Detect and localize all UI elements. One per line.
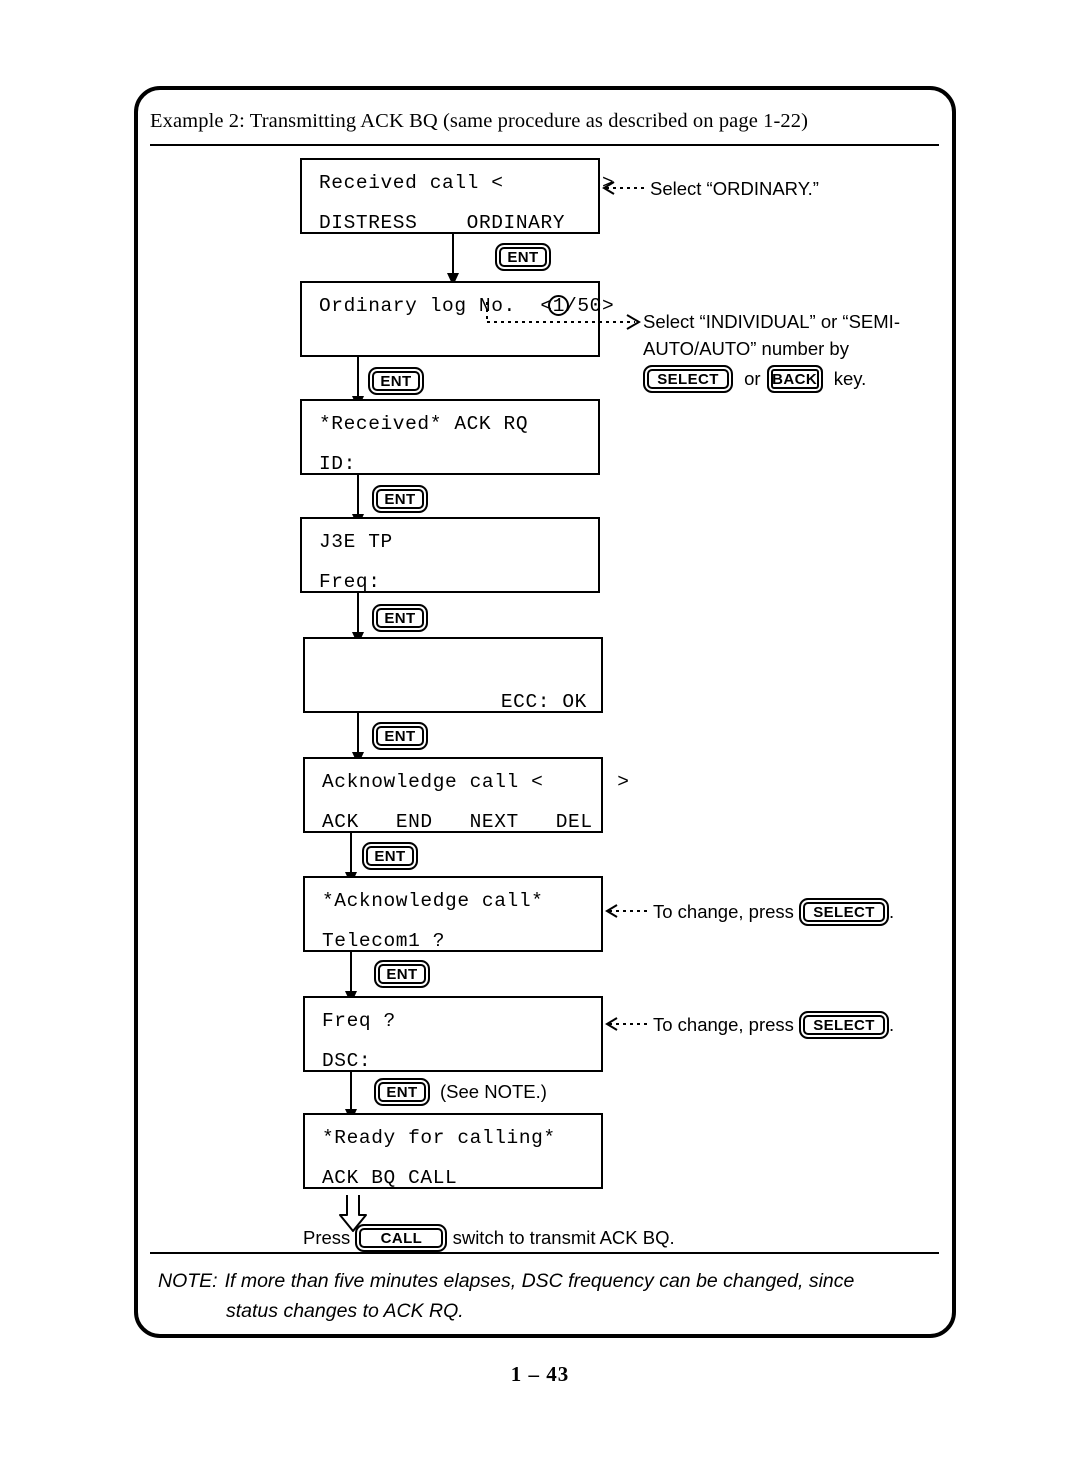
press-call-instruction: Press CALL switch to transmit ACK BQ. — [303, 1224, 675, 1253]
lcd-ready-for-calling: *Ready for calling* ACK BQ CALL — [303, 1113, 603, 1189]
ent-key-7[interactable]: ENT — [374, 960, 430, 988]
lcd-acknowledge-call: *Acknowledge call* Telecom1 ? — [303, 876, 603, 952]
annotation-line: Select “INDIVIDUAL” or “SEMI- — [643, 311, 900, 332]
lcd-menu-row: ACK END NEXT DEL — [322, 811, 593, 833]
annotation-or: or — [744, 368, 761, 389]
annotation-text: To change, press — [653, 901, 794, 922]
select-key-1[interactable]: SELECT — [643, 365, 733, 394]
press-label: Press — [303, 1226, 351, 1248]
lcd-option-del[interactable]: DEL — [556, 811, 593, 833]
note-label: NOTE: — [158, 1270, 218, 1292]
note-text-1: If more than five minutes elapses, DSC f… — [224, 1270, 855, 1292]
ent-key-2[interactable]: ENT — [368, 367, 424, 395]
lcd-line: *Acknowledge call* — [322, 890, 544, 912]
see-note-label: (See NOTE.) — [440, 1081, 547, 1102]
page-number: 1 – 43 — [510, 1362, 570, 1386]
lcd-freq: Freq ? DSC: — [303, 996, 603, 1072]
lcd-line: ECC: OK — [500, 691, 587, 713]
lcd-received-ack-rq: *Received* ACK RQ ID: — [300, 399, 600, 475]
ent-key-8[interactable]: ENT — [374, 1078, 430, 1106]
select-key-2[interactable]: SELECT — [799, 898, 890, 927]
annotation-period: . — [889, 1014, 895, 1035]
lcd-line: J3E TP — [319, 531, 393, 553]
lcd-line: Freq ? — [322, 1010, 396, 1032]
annotation-select-ordinary: Select “ORDINARY.” — [650, 178, 819, 199]
annotation-key-suffix: key. — [833, 368, 867, 389]
select-key-3[interactable]: SELECT — [799, 1011, 890, 1040]
note-block: NOTE: If more than five minutes elapses,… — [158, 1266, 948, 1326]
lcd-line: Telecom1 ? — [322, 930, 446, 952]
back-key[interactable]: BACK — [766, 365, 823, 394]
ent-key-4[interactable]: ENT — [372, 604, 428, 632]
lcd-line: Acknowledge call < > — [322, 771, 630, 793]
ent-key-6[interactable]: ENT — [362, 842, 418, 870]
lcd-line: DISTRESS ORDINARY — [319, 212, 565, 234]
call-key[interactable]: CALL — [355, 1224, 448, 1252]
note-line-2: status changes to ACK RQ. — [226, 1300, 464, 1322]
lcd-line: ACK BQ CALL — [322, 1167, 458, 1189]
annotation-period: . — [889, 901, 895, 922]
lcd-line: *Received* ACK RQ — [319, 413, 529, 435]
lcd-ecc: ECC: OK — [303, 637, 603, 713]
press-call-suffix: switch to transmit ACK BQ. — [452, 1226, 675, 1248]
ent-key-5[interactable]: ENT — [372, 722, 428, 750]
lcd-option-ack[interactable]: ACK — [322, 811, 359, 833]
annotation-to-change-2: To change, press SELECT. — [653, 1011, 894, 1040]
annotation-line: AUTO/AUTO” number by — [643, 338, 849, 359]
lcd-acknowledge-call-menu: Acknowledge call < > ACK END NEXT DEL — [303, 757, 629, 833]
lcd-received-call: Received call < > DISTRESS ORDINARY — [300, 158, 614, 234]
lcd-line: ID: — [319, 453, 356, 475]
callout-leader-1 — [602, 181, 648, 195]
note-divider — [150, 1252, 939, 1254]
note-line-1: NOTE: If more than five minutes elapses,… — [158, 1266, 948, 1296]
lcd-option-end[interactable]: END — [396, 811, 433, 833]
lcd-option-distress[interactable]: DISTRESS — [319, 212, 417, 234]
lcd-option-next[interactable]: NEXT — [470, 811, 519, 833]
annotation-to-change-1: To change, press SELECT. — [653, 898, 894, 927]
annotation-select-individual: Select “INDIVIDUAL” or “SEMI- AUTO/AUTO”… — [643, 308, 943, 394]
ent-key-1[interactable]: ENT — [495, 243, 551, 271]
lcd-line: *Ready for calling* — [322, 1127, 556, 1149]
lcd-line: Freq: — [319, 571, 381, 593]
lcd-line: DSC: — [322, 1050, 372, 1072]
lcd-line: Received call < > — [319, 172, 615, 194]
lcd-option-ordinary[interactable]: ORDINARY — [467, 212, 565, 234]
annotation-key-row: SELECT or BACK key. — [643, 365, 943, 394]
callout-leader-3 — [605, 904, 651, 918]
ent-key-3[interactable]: ENT — [372, 485, 428, 513]
lcd-j3e-tp: J3E TP Freq: — [300, 517, 600, 593]
page-title: Example 2: Transmitting ACK BQ (same pro… — [150, 110, 809, 132]
annotation-text: To change, press — [653, 1014, 794, 1035]
heading-divider — [150, 144, 939, 146]
callout-leader-2 — [486, 302, 641, 330]
callout-leader-4 — [605, 1017, 651, 1031]
